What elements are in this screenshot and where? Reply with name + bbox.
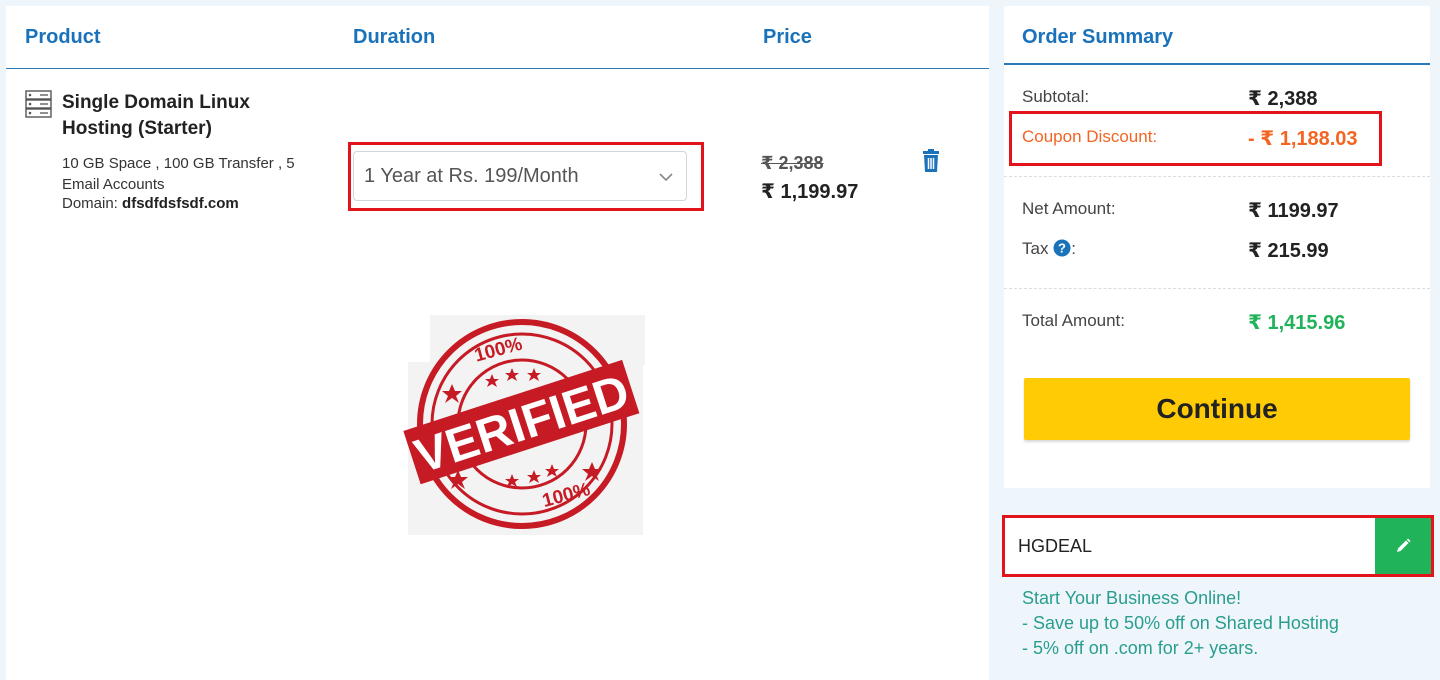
summary-divider bbox=[1004, 176, 1430, 177]
server-icon bbox=[25, 90, 52, 118]
price-column-header: Price bbox=[763, 26, 812, 48]
order-summary-panel: Order Summary Subtotal: ₹ 2,388 Coupon D… bbox=[1004, 6, 1430, 488]
original-price: ₹ 2,388 bbox=[761, 153, 824, 173]
edit-coupon-button[interactable] bbox=[1375, 518, 1431, 574]
summary-divider bbox=[1004, 288, 1430, 289]
receipt-zigzag-edge bbox=[1004, 478, 1430, 488]
coupon-discount-highlight-box bbox=[1009, 111, 1382, 166]
product-name: Single Domain Linux Hosting (Starter) bbox=[62, 92, 250, 139]
continue-button[interactable]: Continue bbox=[1024, 378, 1410, 440]
promo-line: - Save up to 50% off on Shared Hosting bbox=[1022, 613, 1339, 633]
trash-icon[interactable] bbox=[921, 149, 941, 173]
tax-colon: : bbox=[1071, 239, 1076, 258]
product-specs: 10 GB Space , 100 GB Transfer , 5 Email … bbox=[62, 155, 295, 193]
svg-text:?: ? bbox=[1058, 241, 1066, 256]
tax-label: Tax bbox=[1022, 239, 1049, 258]
subtotal-value: ₹ 2,388 bbox=[1248, 88, 1318, 110]
cart-item-row: Single Domain Linux Hosting (Starter) 10… bbox=[6, 69, 989, 249]
promo-text: Start Your Business Online! - Save up to… bbox=[1022, 586, 1339, 661]
domain-label: Domain: bbox=[62, 195, 118, 212]
order-summary-title: Order Summary bbox=[1004, 6, 1430, 65]
coupon-field-wrap bbox=[1002, 515, 1434, 577]
verified-stamp-image: 100% 100% VERIFIED bbox=[403, 315, 645, 535]
chevron-down-icon bbox=[659, 173, 673, 182]
total-amount-label: Total Amount: bbox=[1022, 311, 1126, 330]
tax-label-wrap: Tax ? : bbox=[1022, 239, 1076, 259]
duration-selected-value: 1 Year at Rs. 199/Month bbox=[364, 164, 579, 187]
pencil-icon bbox=[1397, 538, 1411, 552]
product-column-header: Product bbox=[25, 26, 101, 48]
promo-line: Start Your Business Online! bbox=[1022, 588, 1242, 608]
duration-column-header: Duration bbox=[353, 26, 436, 48]
subtotal-label: Subtotal: bbox=[1022, 87, 1090, 106]
product-domain: Domain: dfsdfdsfsdf.com bbox=[62, 195, 239, 212]
duration-select[interactable]: 1 Year at Rs. 199/Month bbox=[353, 151, 687, 201]
domain-value: dfsdfdsfsdf.com bbox=[122, 195, 239, 212]
net-amount-value: ₹ 1199.97 bbox=[1248, 200, 1339, 222]
coupon-code-input[interactable] bbox=[1005, 518, 1375, 574]
discounted-price: ₹ 1,199.97 bbox=[761, 181, 859, 203]
tax-value: ₹ 215.99 bbox=[1248, 240, 1329, 262]
promo-line: - 5% off on .com for 2+ years. bbox=[1022, 638, 1259, 658]
question-circle-icon[interactable]: ? bbox=[1053, 239, 1071, 257]
net-amount-label: Net Amount: bbox=[1022, 199, 1116, 218]
cart-header: Product Duration Price bbox=[6, 6, 989, 69]
total-amount-value: ₹ 1,415.96 bbox=[1248, 312, 1346, 334]
